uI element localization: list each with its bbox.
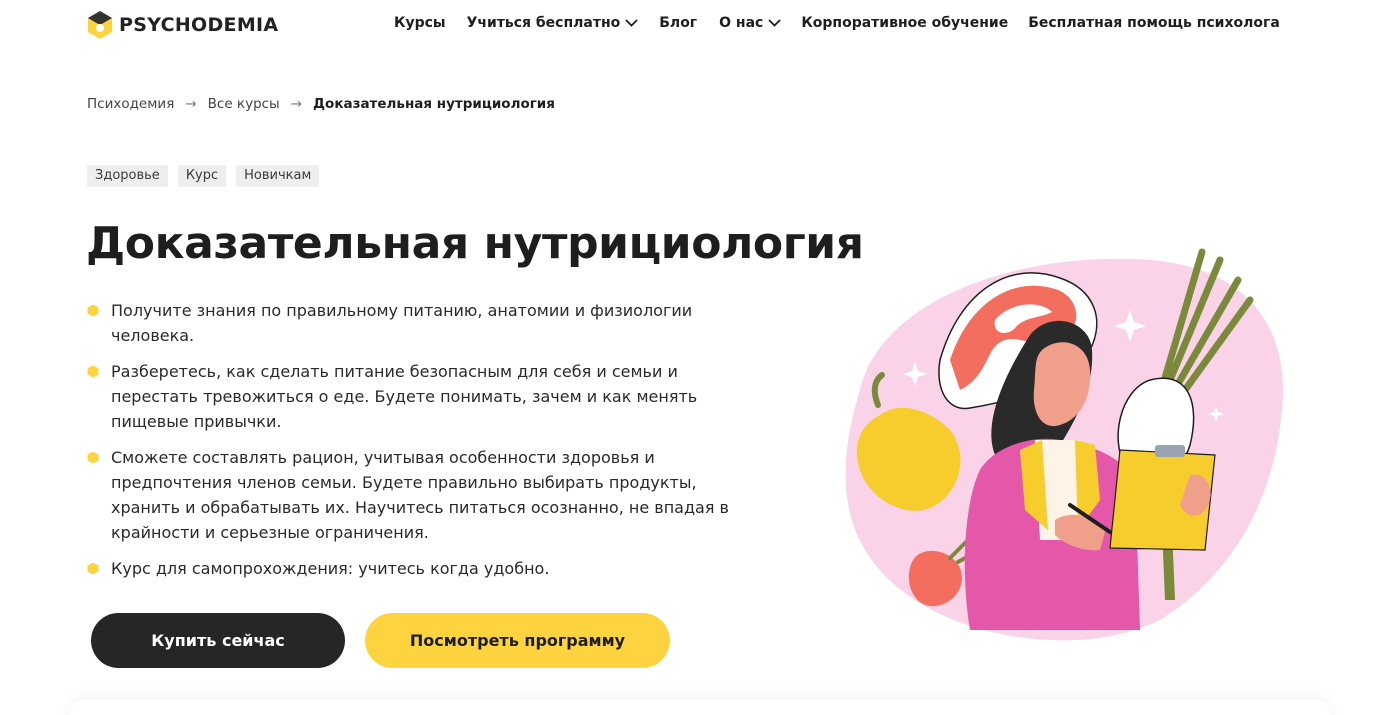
list-item: Разберетесь, как сделать питание безопас… — [87, 359, 727, 434]
nav-item-about[interactable]: О нас — [719, 15, 781, 31]
nav-item-label: Курсы — [394, 15, 446, 31]
list-item: Получите знания по правильному питанию, … — [87, 298, 707, 348]
chevron-down-icon — [625, 19, 638, 27]
list-item-text: Разберетесь, как сделать питание безопас… — [111, 362, 698, 431]
nutritionist-illustration — [845, 248, 1283, 641]
list-item-text: Курс для самопрохождения: учитесь когда … — [111, 559, 550, 578]
main-nav: Курсы Учиться бесплатно Блог О нас Корпо… — [394, 15, 1280, 31]
hexagon-bullet-icon — [87, 562, 99, 575]
nav-item-label: Блог — [659, 15, 698, 31]
logo-text: PSYCHODEMIA — [119, 14, 279, 36]
logo[interactable]: PSYCHODEMIA — [87, 10, 278, 40]
nav-item-label: Корпоративное обучение — [801, 15, 1009, 31]
tag-beginners[interactable]: Новичкам — [236, 165, 320, 187]
breadcrumb-link-all-courses[interactable]: Все курсы — [208, 96, 280, 112]
nav-item-blog[interactable]: Блог — [659, 15, 697, 31]
hexagon-bullet-icon — [87, 451, 99, 464]
breadcrumb-separator: → — [290, 96, 303, 112]
tag-health[interactable]: Здоровье — [87, 165, 168, 187]
buy-now-button[interactable]: Купить сейчас — [91, 613, 345, 668]
view-program-button[interactable]: Посмотреть программу — [365, 613, 670, 668]
list-item-text: Сможете составлять рацион, учитывая особ… — [111, 448, 729, 542]
nav-item-corporate[interactable]: Корпоративное обучение — [801, 15, 1008, 31]
hexagon-logo-icon — [88, 11, 112, 39]
nav-item-label: Учиться бесплатно — [466, 15, 621, 31]
list-item: Курс для самопрохождения: учитесь когда … — [87, 556, 727, 581]
course-tags: Здоровье Курс Новичкам — [87, 165, 320, 187]
page-title: Доказательная нутрициология — [86, 218, 864, 269]
next-section-hint — [70, 700, 1330, 715]
list-item: Сможете составлять рацион, учитывая особ… — [87, 445, 732, 545]
breadcrumb-separator: → — [185, 96, 197, 112]
list-item-text: Получите знания по правильному питанию, … — [111, 301, 693, 345]
hexagon-bullet-icon — [87, 365, 99, 378]
breadcrumb-current: Доказательная нутрициология — [313, 96, 555, 112]
breadcrumb: Психодемия → Все курсы → Доказательная н… — [87, 96, 555, 112]
nav-item-label: Бесплатная помощь психолога — [1028, 15, 1280, 31]
nav-item-psychologist-help[interactable]: Бесплатная помощь психолога — [1028, 15, 1280, 31]
nav-item-courses[interactable]: Курсы — [394, 15, 446, 31]
site-header: PSYCHODEMIA Курсы Учиться бесплатно Блог… — [0, 0, 1399, 52]
tag-course[interactable]: Курс — [177, 165, 227, 187]
breadcrumb-link-home[interactable]: Психодемия — [87, 96, 174, 112]
hexagon-bullet-icon — [87, 304, 99, 317]
nav-item-learn-free[interactable]: Учиться бесплатно — [467, 15, 639, 31]
chevron-down-icon — [768, 19, 781, 27]
benefits-list: Получите знания по правильному питанию, … — [87, 298, 737, 592]
nav-item-label: О нас — [719, 15, 764, 31]
